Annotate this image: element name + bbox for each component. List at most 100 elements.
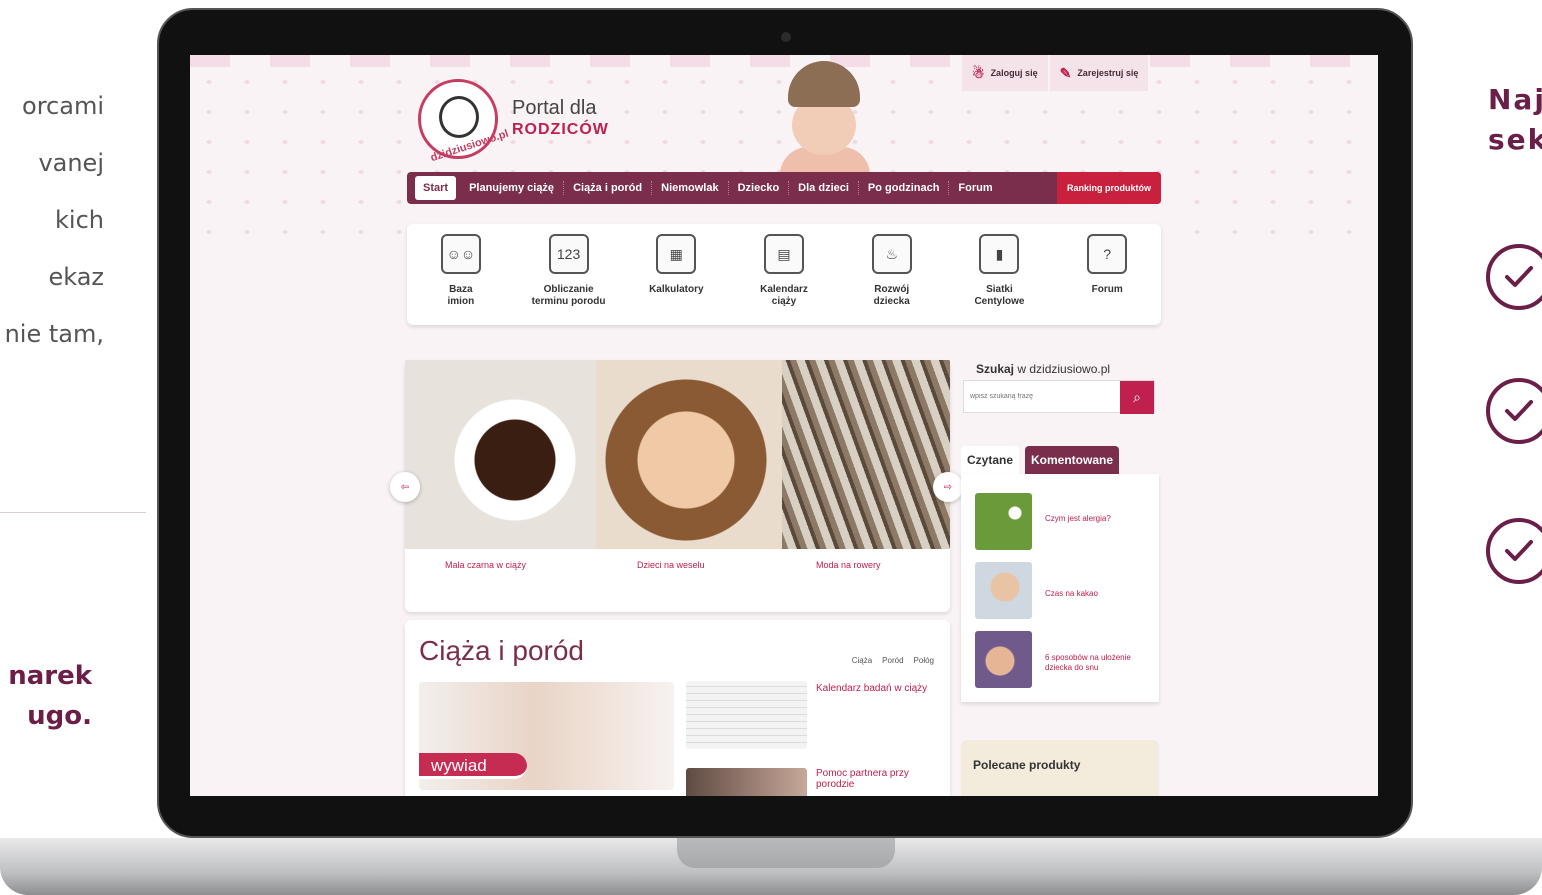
account-links: ☃ Zaloguj się ✎ Zarejestruj się	[962, 55, 1150, 91]
article-tabs: Czytane Komentowane	[961, 446, 1120, 474]
tool-label: Siatki Centylowe	[974, 284, 1025, 307]
article-link[interactable]: Kalendarz badań w ciąży	[816, 683, 927, 694]
login-link[interactable]: ☃ Zaloguj się	[962, 55, 1048, 91]
slide-image-coffee[interactable]	[405, 360, 596, 549]
main-nav: Start Planujemy ciążę Ciąża i poród Niem…	[407, 172, 1161, 204]
login-icon: ☃	[972, 64, 985, 81]
portal-tagline-strong: RODZICÓW	[512, 121, 609, 138]
left-divider	[0, 512, 146, 513]
search-icon[interactable]: ⌕	[1120, 381, 1154, 414]
article-thumb[interactable]	[975, 631, 1032, 688]
section-title[interactable]: Ciąża i poród	[419, 635, 584, 667]
tool-kalkulatory[interactable]: ▦ Kalkulatory	[622, 224, 730, 325]
tab-komentowane[interactable]: Komentowane	[1025, 446, 1120, 474]
tool-forum[interactable]: ? Forum	[1053, 224, 1161, 325]
slider-prev-icon[interactable]: ⇦	[390, 472, 420, 502]
article-title[interactable]: Czym jest alergia?	[1045, 514, 1145, 524]
baby-face-icon	[439, 96, 479, 138]
abacus-icon: ▦	[656, 234, 697, 274]
pregnancy-section: Ciąża i poród Ciąża Poród Połóg wywiad K…	[405, 620, 950, 796]
left-text-line: kich	[55, 206, 104, 234]
calendar-thumb[interactable]	[686, 681, 807, 749]
left-text-line: vanej	[38, 149, 104, 177]
growth-chart-icon: ▮	[979, 234, 1020, 274]
search-title-bold: Szukaj	[976, 362, 1015, 376]
ranking-button[interactable]: Ranking produktów	[1057, 172, 1161, 204]
laptop-notch	[677, 838, 895, 868]
tool-rozwoj-dziecka[interactable]: ♨ Rozwój dziecka	[838, 224, 946, 325]
slide-image-bicycles[interactable]	[782, 360, 950, 549]
register-link[interactable]: ✎ Zarejestruj się	[1049, 55, 1149, 91]
tool-label: Forum	[1091, 284, 1123, 295]
tool-label: Obliczanie terminu porodu	[531, 284, 606, 307]
tool-label: Baza imion	[447, 284, 475, 307]
left-text-line: nie tam,	[4, 320, 104, 348]
baby-photo	[780, 55, 870, 175]
interview-badge[interactable]: wywiad	[419, 753, 527, 779]
tool-baza-imion[interactable]: ☺☺ Baza imion	[407, 224, 515, 325]
check-circle-icon	[1486, 518, 1542, 584]
search-title: Szukaj w dzidziusiowo.pl	[976, 362, 1110, 376]
portal-tagline: Portal dla	[512, 97, 597, 119]
tool-label: Kalkulatory	[649, 284, 704, 295]
partner-thumb[interactable]	[686, 768, 807, 796]
section-link[interactable]: Ciąża	[852, 656, 872, 665]
webcam-icon	[781, 32, 791, 42]
nav-item-start[interactable]: Start	[415, 176, 457, 200]
right-heading-line: Naj	[1488, 83, 1542, 116]
tool-siatki-centylowe[interactable]: ▮ Siatki Centylowe	[946, 224, 1054, 325]
section-link[interactable]: Połóg	[914, 656, 934, 665]
register-label: Zarejestruj się	[1077, 68, 1139, 78]
search-form: ⌕	[963, 380, 1155, 414]
article-title[interactable]: Czas na kakao	[1045, 589, 1145, 599]
section-link[interactable]: Poród	[882, 656, 903, 665]
check-circle-icon	[1486, 378, 1542, 444]
left-bold-line: ugo.	[27, 701, 92, 731]
tool-label: Kalendarz ciąży	[760, 284, 808, 307]
recommended-title: Polecane produkty	[973, 758, 1081, 772]
cake-icon: ♨	[871, 234, 912, 274]
tool-obliczanie-terminu[interactable]: 123 Obliczanie terminu porodu	[515, 224, 623, 325]
pencil-icon: ✎	[1059, 64, 1072, 81]
slider-next-icon[interactable]: ⇨	[933, 472, 963, 502]
article-thumb[interactable]	[975, 562, 1032, 619]
nav-item-ciaza[interactable]: Ciąża i poród	[564, 181, 653, 195]
calculator-date-icon: 123	[548, 234, 589, 274]
article-title[interactable]: 6 sposobów na ułożenie dziecka do snu	[1045, 653, 1145, 673]
right-heading: Naj sek	[1488, 80, 1542, 160]
nav-item-dziecko[interactable]: Dziecko	[729, 181, 790, 195]
search-input[interactable]	[964, 381, 1120, 412]
left-text-line: orcami	[22, 92, 104, 120]
baby-names-icon: ☺☺	[440, 234, 481, 274]
right-heading-line: sek	[1488, 123, 1542, 156]
slide-caption[interactable]: Moda na rowery	[816, 560, 881, 570]
search-title-rest: w dzidziusiowo.pl	[1014, 362, 1111, 376]
slide-caption[interactable]: Dzieci na weselu	[637, 560, 705, 570]
forum-question-icon: ?	[1087, 234, 1128, 274]
slide-image-child[interactable]	[596, 360, 782, 549]
article-thumb[interactable]	[975, 493, 1032, 550]
calendar-book-icon: ▤	[764, 234, 805, 274]
login-label: Zaloguj się	[990, 68, 1038, 78]
tab-czytane[interactable]: Czytane	[961, 446, 1020, 474]
tools-bar: ☺☺ Baza imion 123 Obliczanie terminu por…	[407, 224, 1161, 325]
left-bold-line: narek	[8, 661, 92, 691]
nav-item-niemowlak[interactable]: Niemowlak	[652, 181, 729, 195]
nav-item-dla-dzieci[interactable]: Dla dzieci	[789, 181, 859, 195]
left-text-line: ekaz	[48, 263, 104, 291]
nav-item-forum[interactable]: Forum	[949, 181, 1001, 195]
check-circle-icon	[1486, 244, 1542, 310]
article-link[interactable]: Pomoc partnera przy porodzie	[816, 768, 926, 790]
section-links: Ciąża Poród Połóg	[852, 656, 934, 665]
featured-slider: Mala czarna w ciąży Dzieci na weselu Mod…	[390, 360, 963, 612]
left-text-block: orcami vanej kich ekaz nie tam,	[0, 78, 150, 363]
site-logo[interactable]: dzidziusiowo.pl	[418, 79, 510, 164]
nav-item-planujemy[interactable]: Planujemy ciążę	[460, 181, 565, 195]
slide-caption[interactable]: Mala czarna w ciąży	[445, 560, 526, 570]
nav-item-po-godzinach[interactable]: Po godzinach	[859, 181, 950, 195]
laptop-screen: dzidziusiowo.pl Portal dla RODZICÓW ☃ Za…	[190, 55, 1378, 796]
left-bold-text: narek ugo.	[0, 656, 92, 736]
recommended-products: Polecane produkty	[961, 740, 1159, 796]
article-list: Czym jest alergia? Czas na kakao 6 sposo…	[961, 474, 1159, 702]
tool-kalendarz-ciazy[interactable]: ▤ Kalendarz ciąży	[730, 224, 838, 325]
